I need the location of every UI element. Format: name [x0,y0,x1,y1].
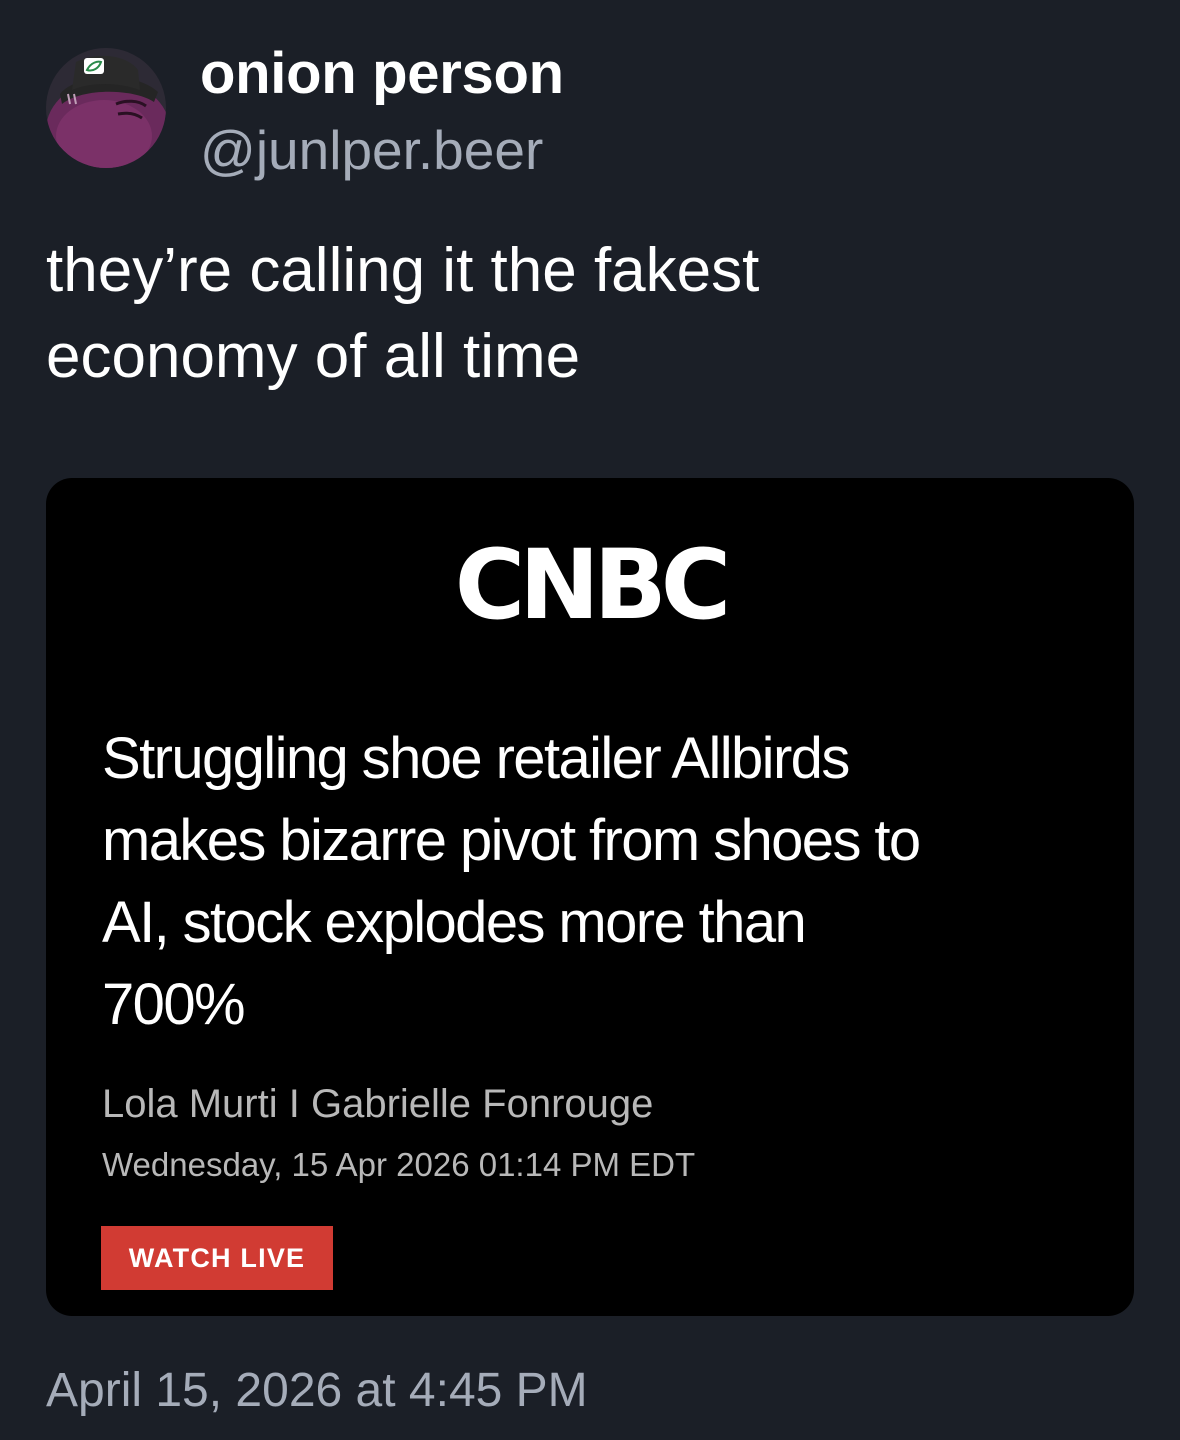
headline-line: AI, stock explodes more than [102,890,807,955]
article-datetime: Wednesday, 15 Apr 2026 01:14 PM EDT [102,1146,696,1183]
article-authors: Lola Murti I Gabrielle Fonrouge [102,1082,654,1126]
post-timestamp[interactable]: April 15, 2026 at 4:45 PM [46,1358,588,1424]
post-text-line: they’re calling it the fakest [46,236,760,305]
cnbc-logo-text: CNBC [455,529,726,628]
headline-line: Struggling shoe retailer Allbirds [102,726,850,791]
cnbc-logo: CNBC [430,518,750,628]
watch-live-button[interactable]: WATCH LIVE [101,1226,333,1290]
display-name[interactable]: onion person [200,36,564,112]
user-handle[interactable]: @junlper.beer [200,114,543,186]
post-text: they’re calling it the fakest economy of… [46,228,1136,400]
headline-line: makes bizarre pivot from shoes to [102,808,921,873]
post-text-line: economy of all time [46,322,581,391]
avatar[interactable] [46,48,166,168]
embedded-news-image[interactable]: CNBC Struggling shoe retailer Allbirds m… [46,478,1134,1316]
onion-character-avatar-icon [46,48,166,168]
headline-line: 700% [102,972,246,1037]
cnbc-logo-icon: CNBC [455,529,732,628]
article-headline: Struggling shoe retailer Allbirds makes … [102,718,1102,1046]
